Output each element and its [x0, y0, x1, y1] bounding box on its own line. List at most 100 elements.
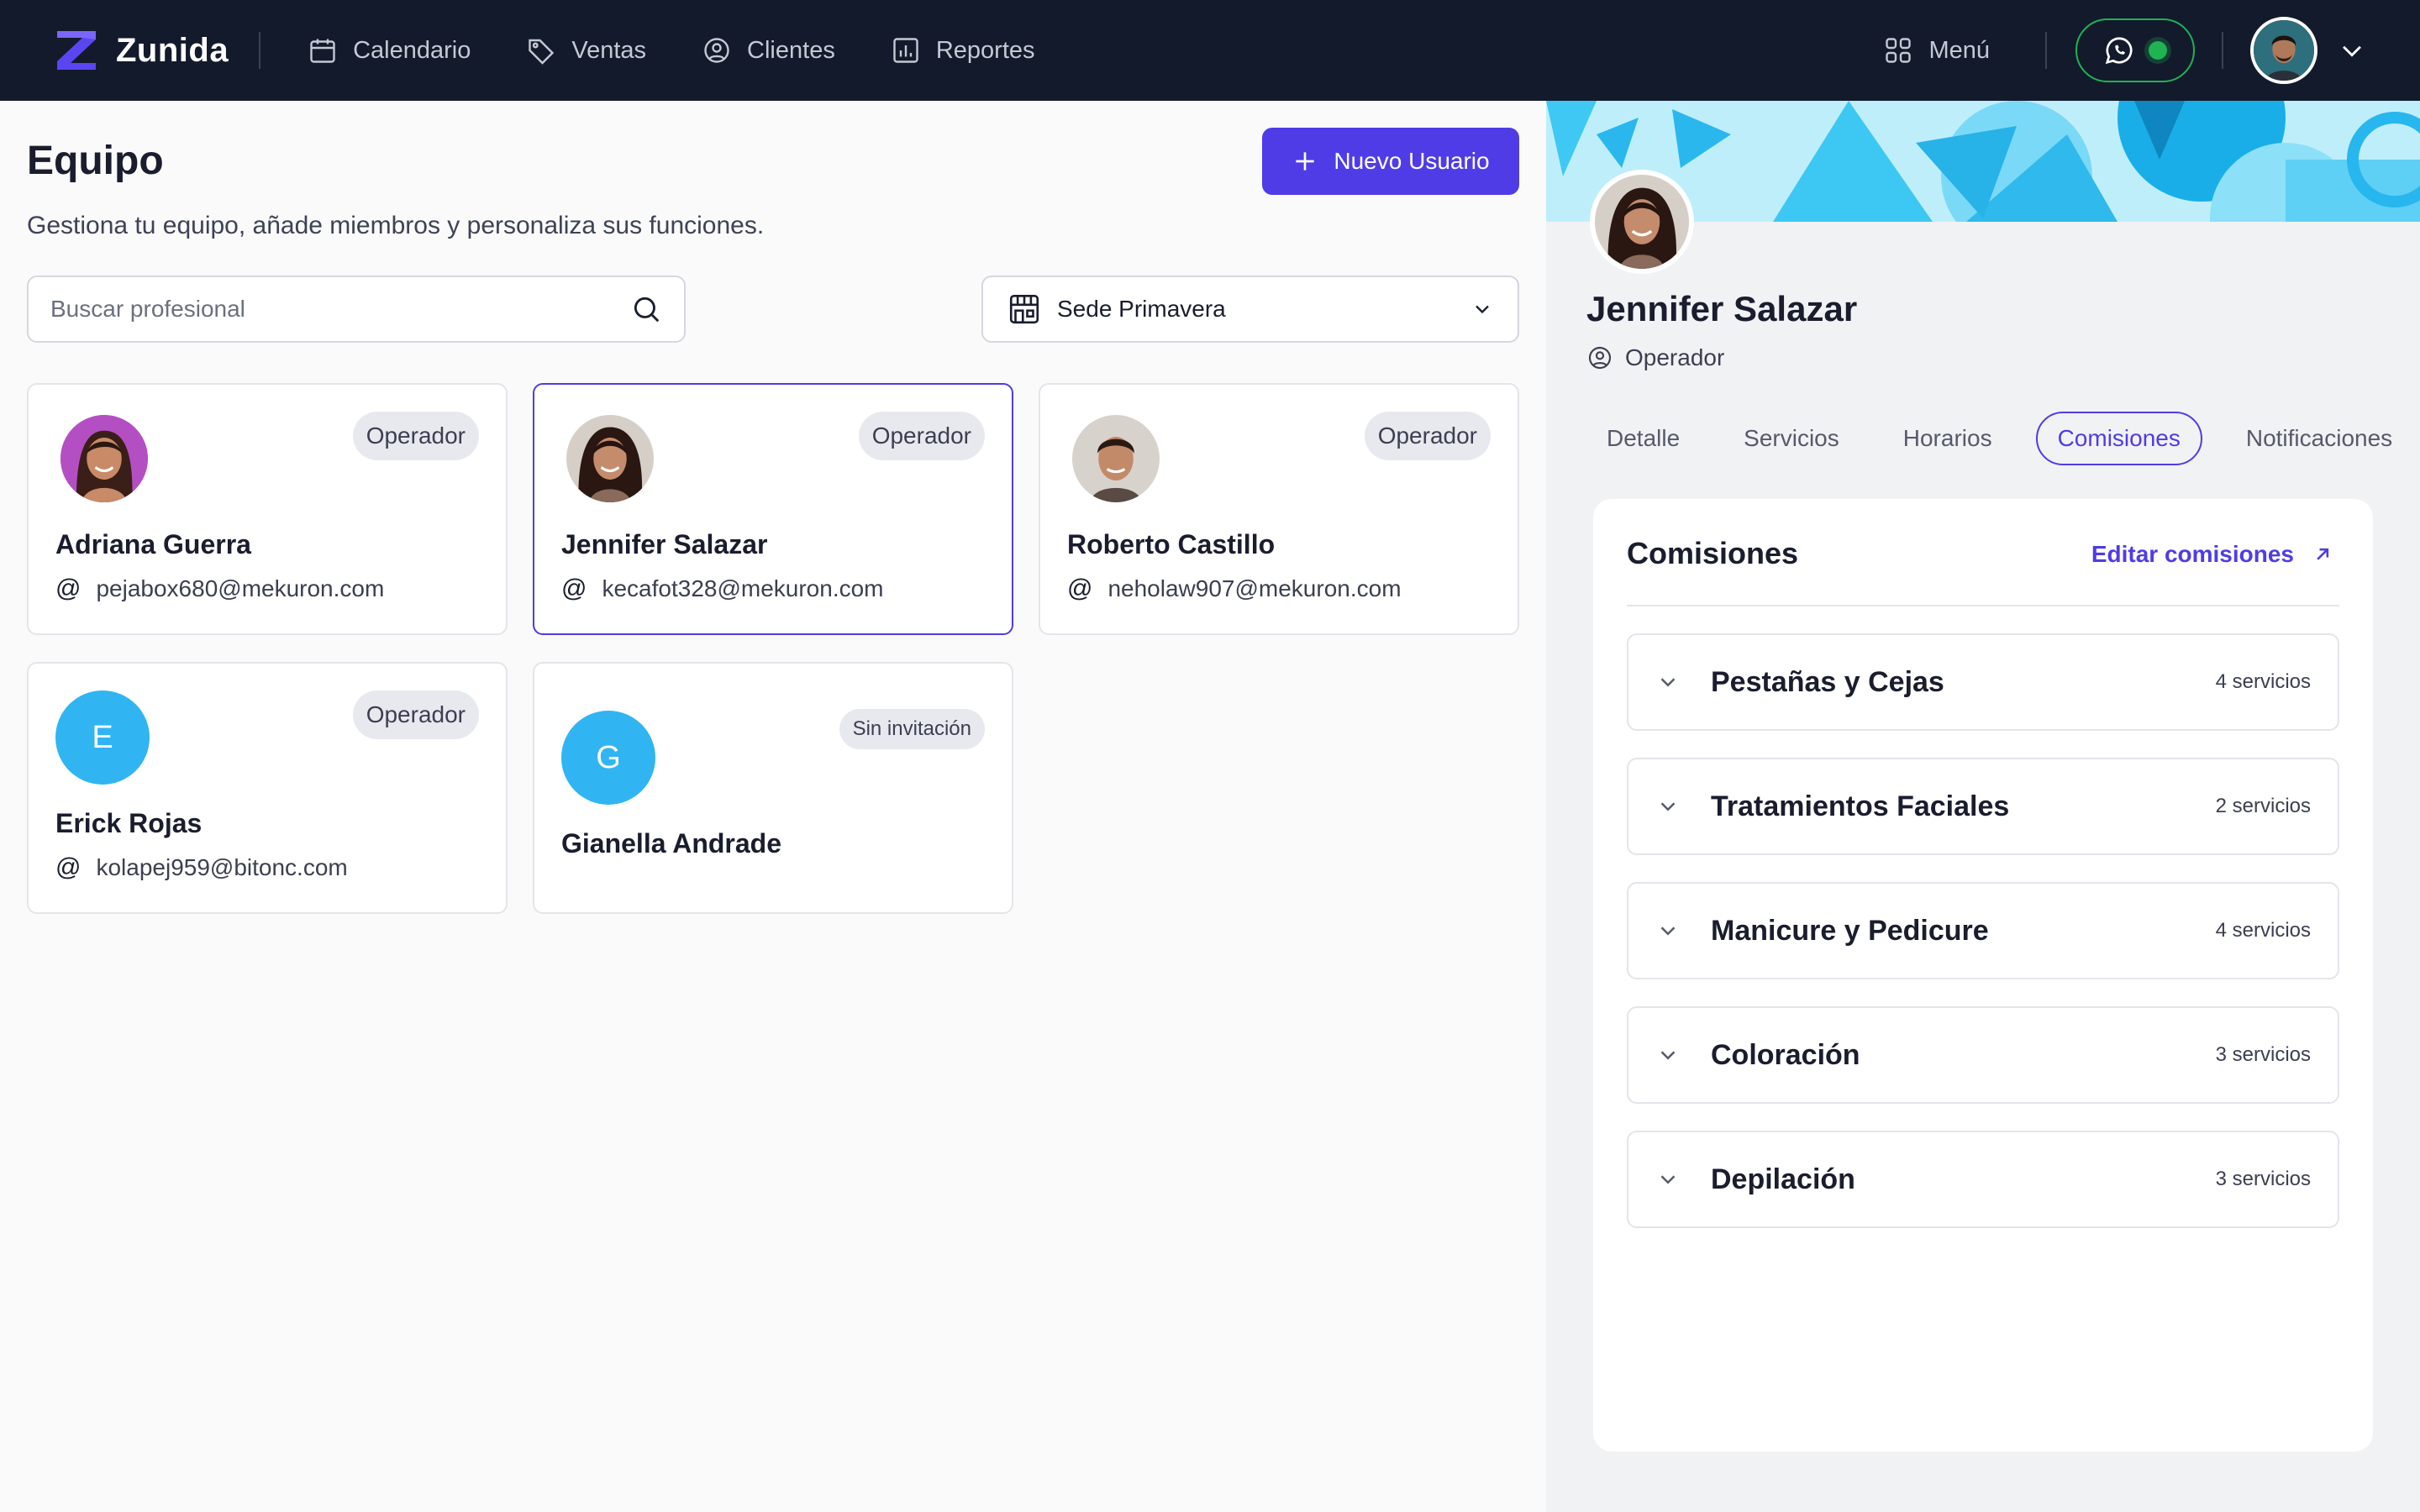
page-subtitle: Gestiona tu equipo, añade miembros y per…: [27, 212, 765, 239]
menu-button[interactable]: Menú: [1883, 35, 1990, 66]
team-member-card[interactable]: Operador Roberto Castillo @ neholaw907@me…: [1039, 383, 1519, 635]
team-member-card[interactable]: G Sin invitación Gianella Andrade: [533, 662, 1013, 914]
nav-item-label: Reportes: [935, 36, 1035, 64]
member-detail-panel: Jennifer Salazar Operador Detalle Servic…: [1546, 101, 2420, 1512]
chevron-down-icon[interactable]: [2338, 36, 2366, 65]
detail-tabs: Detalle Servicios Horarios Comisiones No…: [1586, 412, 2412, 465]
nav-item-label: Ventas: [571, 36, 647, 64]
tag-icon: [529, 39, 555, 65]
member-email-row: @ neholaw907@mekuron.com: [1067, 575, 1402, 603]
chevron-down-icon: [1476, 305, 1489, 314]
brand-name: Zunida: [116, 31, 229, 69]
group-count: 3 servicios: [2215, 1168, 2311, 1190]
detail-role-row: Operador: [1586, 344, 1724, 371]
top-navbar: Zunida Calendario Ventas Clientes Report…: [0, 0, 2420, 101]
edit-commissions-label: Editar comisiones: [2091, 541, 2294, 567]
nav-item-clientes[interactable]: Clientes: [702, 35, 835, 66]
edit-commissions-link[interactable]: Editar comisiones: [2091, 541, 2334, 568]
nav-item-reportes[interactable]: Reportes: [891, 35, 1035, 66]
connection-status-dot: [2149, 41, 2167, 60]
nav-item-calendario[interactable]: Calendario: [308, 35, 471, 66]
bar-chart-icon: [893, 38, 918, 63]
commission-group[interactable]: Coloración 3 servicios: [1627, 1006, 2339, 1104]
member-email: kecafot328@mekuron.com: [602, 575, 884, 601]
detail-name: Jennifer Salazar: [1586, 289, 1858, 328]
at-icon: @: [55, 575, 82, 602]
avatar: [60, 415, 148, 502]
avatar: [566, 415, 654, 502]
tab-servicios[interactable]: Servicios: [1723, 413, 1860, 464]
whatsapp-status-button[interactable]: [2075, 18, 2195, 82]
chevron-down-icon: [1660, 1175, 1676, 1184]
tab-notificaciones[interactable]: Notificaciones: [2226, 413, 2412, 464]
search-input[interactable]: [50, 296, 630, 323]
member-email-row: @ pejabox680@mekuron.com: [55, 575, 384, 603]
new-user-button[interactable]: Nuevo Usuario: [1262, 128, 1519, 195]
chevron-down-icon: [1660, 927, 1676, 936]
sede-dropdown[interactable]: Sede Primavera: [981, 276, 1519, 343]
group-count: 4 servicios: [2215, 670, 2311, 693]
group-name: Coloración: [1711, 1038, 1860, 1071]
commission-group[interactable]: Pestañas y Cejas 4 servicios: [1627, 633, 2339, 731]
search-box: [27, 276, 686, 343]
group-count: 2 servicios: [2215, 795, 2311, 817]
chevron-down-icon: [1660, 1051, 1676, 1060]
chevron-down-icon: [1660, 678, 1676, 687]
nav-divider: [2222, 32, 2223, 69]
commissions-title: Comisiones: [1627, 536, 1799, 570]
search-icon[interactable]: [630, 293, 662, 325]
detail-avatar: [1590, 170, 1694, 274]
member-name: Roberto Castillo: [1067, 529, 1276, 559]
whatsapp-icon: [2105, 37, 2133, 65]
member-name: Adriana Guerra: [55, 529, 251, 559]
plus-icon: [1296, 152, 1315, 171]
commission-group[interactable]: Manicure y Pedicure 4 servicios: [1627, 882, 2339, 979]
member-name: Gianella Andrade: [561, 828, 781, 858]
tab-detalle[interactable]: Detalle: [1586, 413, 1700, 464]
team-member-card[interactable]: Operador Jennifer Salazar @ kecafot328@me…: [533, 383, 1013, 635]
tab-comisiones[interactable]: Comisiones: [2035, 412, 2202, 465]
member-email-row: @ kolapej959@bitonc.com: [55, 853, 348, 882]
nav-divider: [2045, 32, 2047, 69]
member-name: Erick Rojas: [55, 808, 203, 838]
chevron-down-icon: [1660, 802, 1676, 811]
user-circle-icon: [704, 38, 729, 63]
member-name: Jennifer Salazar: [561, 529, 768, 559]
grid-icon: [1886, 38, 1912, 63]
avatar: [1072, 415, 1160, 502]
role-badge: Operador: [352, 690, 479, 739]
team-member-card[interactable]: Operador Adriana Guerra @ pejabox680@meku…: [27, 383, 508, 635]
member-email: neholaw907@mekuron.com: [1107, 575, 1402, 601]
arrow-up-right-icon: [2317, 548, 2329, 560]
brand-logo[interactable]: Zunida: [54, 28, 229, 73]
nav-item-label: Calendario: [353, 36, 471, 64]
group-name: Pestañas y Cejas: [1711, 665, 1944, 698]
user-avatar[interactable]: [2250, 17, 2317, 84]
team-panel: Equipo Gestiona tu equipo, añade miembro…: [0, 101, 1546, 1512]
role-badge: Operador: [1364, 412, 1491, 460]
nav-item-ventas[interactable]: Ventas: [526, 35, 646, 66]
zunida-logo-icon: [57, 31, 96, 70]
menu-label: Menú: [1928, 36, 1990, 64]
member-email: pejabox680@mekuron.com: [96, 575, 385, 601]
new-user-label: Nuevo Usuario: [1334, 148, 1490, 174]
sede-selected-value: Sede Primavera: [1057, 296, 1226, 322]
group-count: 4 servicios: [2215, 919, 2311, 942]
invitation-status-badge: Sin invitación: [839, 709, 985, 749]
avatar: G: [561, 711, 655, 805]
calendar-icon: [310, 39, 335, 63]
page-title: Equipo: [27, 139, 164, 183]
commissions-card: Comisiones Editar comisiones Pestañas y …: [1593, 499, 2373, 1452]
store-icon: [1009, 294, 1039, 324]
commission-group[interactable]: Tratamientos Faciales 2 servicios: [1627, 758, 2339, 855]
role-badge: Operador: [858, 412, 985, 460]
at-icon: @: [55, 853, 82, 881]
nav-divider: [259, 32, 261, 69]
commission-group[interactable]: Depilación 3 servicios: [1627, 1131, 2339, 1228]
team-member-card[interactable]: E Operador Erick Rojas @ kolapej959@biton…: [27, 662, 508, 914]
tab-horarios[interactable]: Horarios: [1883, 413, 2012, 464]
group-name: Tratamientos Faciales: [1711, 790, 2010, 822]
avatar: E: [55, 690, 150, 785]
group-count: 3 servicios: [2215, 1043, 2311, 1066]
group-name: Depilación: [1711, 1163, 1855, 1195]
